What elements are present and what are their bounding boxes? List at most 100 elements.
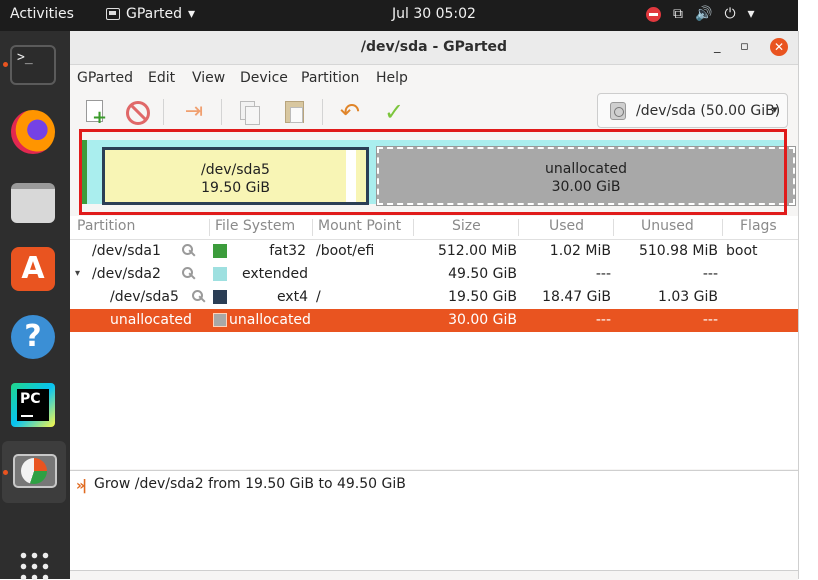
pending-operation-item[interactable]: Grow /dev/sda2 from 19.50 GiB to 49.50 G…	[94, 476, 406, 492]
hard-disk-icon	[610, 102, 626, 120]
delete-partition-icon[interactable]	[123, 98, 151, 126]
table-row[interactable]: ▾ /dev/sda2 extended 49.50 GiB --- ---	[70, 263, 798, 286]
dock-item-files[interactable]	[0, 171, 70, 233]
dock-item-firefox[interactable]	[0, 101, 70, 163]
files-icon	[11, 183, 55, 223]
chevron-down-icon: ▾	[188, 6, 196, 22]
device-selector[interactable]: /dev/sda (50.00 GiB) ▾	[597, 93, 788, 128]
firefox-icon	[11, 110, 55, 154]
close-icon[interactable]: ✕	[770, 38, 788, 56]
maximize-icon[interactable]: ▫	[740, 39, 749, 54]
dock-item-terminal[interactable]: >_	[0, 33, 70, 95]
chevron-down-icon: ▾	[772, 103, 778, 116]
app-menu[interactable]: GParted ▾	[106, 6, 195, 22]
help-icon: ?	[11, 315, 55, 359]
apply-icon[interactable]: ✓	[380, 98, 408, 126]
device-selector-value: /dev/sda (50.00 GiB)	[636, 103, 781, 119]
cell-partition: /dev/sda1	[92, 243, 161, 259]
key-icon	[192, 290, 206, 304]
key-icon	[182, 267, 196, 281]
title-bar[interactable]: /dev/sda - GParted _ ▫ ✕	[70, 31, 798, 65]
dock-item-software[interactable]: A	[0, 238, 70, 300]
cell-partition: /dev/sda2	[92, 266, 161, 282]
pending-operations-pane: »| Grow /dev/sda2 from 19.50 GiB to 49.5…	[70, 470, 798, 571]
table-row[interactable]: /dev/sda5 ext4 / 19.50 GiB 18.47 GiB 1.0…	[70, 286, 798, 309]
dock: >_ A ? PC	[0, 31, 70, 580]
resize-move-icon[interactable]: ⇥	[180, 98, 208, 126]
gparted-app-icon	[106, 8, 120, 20]
cell-unused: 1.03 GiB	[658, 289, 718, 305]
cell-flags: boot	[726, 243, 758, 259]
toolbar-separator	[221, 99, 222, 125]
gparted-icon	[13, 454, 57, 488]
terminal-icon: >_	[10, 45, 56, 85]
menu-edit[interactable]: Edit	[148, 70, 175, 86]
paste-icon[interactable]	[280, 98, 308, 126]
pycharm-icon: PC	[11, 383, 55, 427]
cell-file-system: ext4	[276, 289, 308, 305]
activities-button[interactable]: Activities	[10, 6, 74, 22]
toolbar-separator	[322, 99, 323, 125]
menu-help[interactable]: Help	[376, 70, 408, 86]
fs-color-swatch	[213, 290, 227, 304]
menu-gparted[interactable]: GParted	[77, 70, 133, 86]
annotation-highlight-box	[79, 129, 787, 215]
column-header-mount-point[interactable]: Mount Point	[318, 218, 401, 234]
dock-item-help[interactable]: ?	[0, 306, 70, 368]
menu-partition[interactable]: Partition	[301, 70, 359, 86]
software-store-icon: A	[11, 247, 55, 291]
expander-icon[interactable]: ▾	[75, 268, 80, 279]
cell-file-system: fat32	[269, 243, 306, 259]
power-icon[interactable]: ⏻	[724, 5, 735, 23]
cell-mount-point: /	[316, 289, 321, 305]
cell-size: 49.50 GiB	[448, 266, 517, 282]
volume-icon[interactable]: 🔊	[695, 5, 712, 23]
cell-file-system: extended	[241, 266, 308, 282]
gparted-window: /dev/sda - GParted _ ▫ ✕ GParted Edit Vi…	[70, 31, 799, 580]
dock-item-gparted[interactable]	[2, 441, 66, 503]
column-header-flags[interactable]: Flags	[740, 218, 777, 234]
copy-icon[interactable]	[236, 98, 264, 126]
column-separator	[722, 219, 723, 236]
cell-partition: /dev/sda5	[110, 289, 179, 305]
cell-size: 512.00 MiB	[437, 243, 517, 259]
column-header-size[interactable]: Size	[452, 218, 481, 234]
minimize-icon[interactable]: _	[714, 39, 721, 54]
undo-icon[interactable]: ↶	[336, 98, 364, 126]
system-tray[interactable]: ⧉ 🔊 ⏻ ▾	[646, 5, 755, 23]
show-applications-icon[interactable]	[18, 550, 50, 580]
cell-used: 18.47 GiB	[542, 289, 611, 305]
column-header-unused[interactable]: Unused	[641, 218, 694, 234]
column-header-partition[interactable]: Partition	[77, 218, 135, 234]
app-menu-label: GParted	[126, 6, 182, 22]
cell-partition: unallocated	[110, 312, 192, 328]
column-separator	[613, 219, 614, 236]
menu-device[interactable]: Device	[240, 70, 288, 86]
cell-used: ---	[595, 266, 611, 282]
column-separator	[518, 219, 519, 236]
cell-used: 1.02 MiB	[549, 243, 611, 259]
column-header-used[interactable]: Used	[549, 218, 584, 234]
menu-view[interactable]: View	[192, 70, 225, 86]
network-icon[interactable]: ⧉	[673, 5, 683, 23]
table-row[interactable]: /dev/sda1 fat32 /boot/efi 512.00 MiB 1.0…	[70, 240, 798, 263]
cell-size: 19.50 GiB	[448, 289, 517, 305]
stop-recording-icon[interactable]	[646, 6, 661, 22]
dock-item-pycharm[interactable]: PC	[0, 374, 70, 436]
fs-color-swatch	[213, 244, 227, 258]
table-row-selected[interactable]: unallocated unallocated 30.00 GiB --- --…	[70, 309, 798, 332]
window-title: /dev/sda - GParted	[360, 39, 508, 55]
cell-file-system: unallocated	[229, 312, 311, 328]
chevron-down-icon[interactable]: ▾	[748, 5, 755, 23]
grow-operation-icon: »|	[76, 478, 87, 494]
toolbar-separator	[163, 99, 164, 125]
top-bar: Activities GParted ▾ Jul 30 05:02 ⧉ 🔊 ⏻ …	[0, 0, 798, 31]
cell-unused: 510.98 MiB	[638, 243, 718, 259]
column-separator	[413, 219, 414, 236]
key-icon	[182, 244, 196, 258]
clock[interactable]: Jul 30 05:02	[392, 6, 476, 22]
table-header: Partition File System Mount Point Size U…	[70, 216, 798, 240]
column-header-file-system[interactable]: File System	[215, 218, 295, 234]
column-separator	[209, 219, 210, 236]
new-partition-icon[interactable]	[80, 98, 108, 132]
